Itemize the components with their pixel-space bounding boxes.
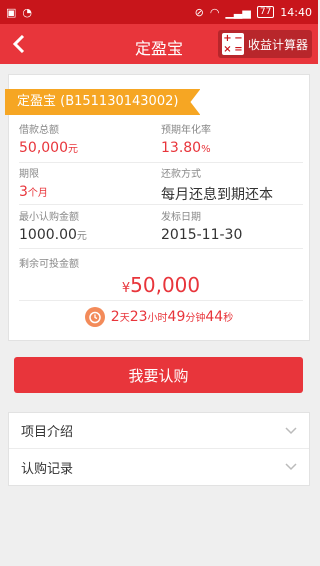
- mute-icon: ⊘: [194, 5, 204, 19]
- repay-value: 每月还息到期还本: [161, 187, 273, 203]
- total-label: 借款总额: [19, 125, 59, 136]
- repay-cell: 还款方式 每月还息到期还本: [161, 165, 303, 204]
- calculator-button[interactable]: + − × = 收益计算器: [217, 30, 312, 58]
- signal-icon: ▁▃▅: [225, 5, 251, 19]
- total-amount-cell: 借款总额 50,000元: [19, 121, 161, 162]
- rate-value: 13.80%: [161, 140, 211, 156]
- cat-notification-icon: ◔: [22, 5, 33, 19]
- date-cell: 发标日期 2015-11-30: [161, 208, 303, 248]
- rate-label: 预期年化率: [161, 125, 211, 136]
- term-label: 期限: [19, 169, 39, 180]
- term-cell: 期限 3个月: [19, 165, 161, 204]
- product-card: 定盈宝 (B151130143002) 借款总额 50,000元 预期年化率 1…: [8, 74, 310, 341]
- image-notification-icon: ▣: [6, 5, 17, 19]
- product-name-ribbon: 定盈宝 (B151130143002): [5, 89, 200, 115]
- section-label: 项目介绍: [21, 425, 74, 440]
- repay-label: 还款方式: [161, 169, 201, 180]
- section-subscription-records[interactable]: 认购记录: [9, 449, 309, 485]
- term-value: 3个月: [19, 184, 48, 200]
- buy-button[interactable]: 我要认购: [14, 357, 303, 393]
- info-row-1: 借款总额 50,000元 预期年化率 13.80%: [19, 121, 303, 163]
- remain-label: 剩余可投金额: [19, 259, 79, 270]
- calculator-icon: + − × =: [221, 33, 244, 55]
- nav-bar: 定盈宝 + − × = 收益计算器: [0, 24, 318, 64]
- date-value: 2015-11-30: [161, 227, 243, 243]
- section-label: 认购记录: [21, 461, 74, 477]
- info-row-3: 最小认购金额 1000.00元 发标日期 2015-11-30: [19, 205, 303, 249]
- min-amount-cell: 最小认购金额 1000.00元: [19, 208, 161, 248]
- status-bar: ▣ ◔ ⊘ ◠ ▁▃▅ 77 14:40: [0, 0, 318, 24]
- info-row-2: 期限 3个月 还款方式 每月还息到期还本: [19, 163, 303, 205]
- remain-value: ¥50,000: [121, 273, 201, 297]
- chevron-down-icon: [285, 426, 297, 434]
- clock-time: 14:40: [280, 5, 312, 19]
- countdown-text: 2天23小时49分钟44秒: [110, 309, 234, 325]
- date-label: 发标日期: [161, 212, 201, 223]
- calculator-label: 收益计算器: [247, 37, 308, 52]
- remaining-amount: 剩余可投金额 ¥50,000: [19, 251, 303, 301]
- detail-sections: 项目介绍 认购记录: [8, 412, 310, 486]
- min-value: 1000.00元: [19, 227, 87, 243]
- section-project-intro[interactable]: 项目介绍: [9, 413, 309, 449]
- min-label: 最小认购金额: [19, 212, 79, 223]
- wifi-icon: ◠: [209, 5, 220, 19]
- total-value: 50,000元: [19, 140, 78, 156]
- alarm-clock-icon: [84, 307, 105, 327]
- rate-cell: 预期年化率 13.80%: [161, 121, 303, 162]
- countdown-timer: 2天23小时49分钟44秒: [9, 307, 309, 327]
- battery-icon: 77: [256, 6, 275, 18]
- chevron-down-icon: [285, 463, 297, 471]
